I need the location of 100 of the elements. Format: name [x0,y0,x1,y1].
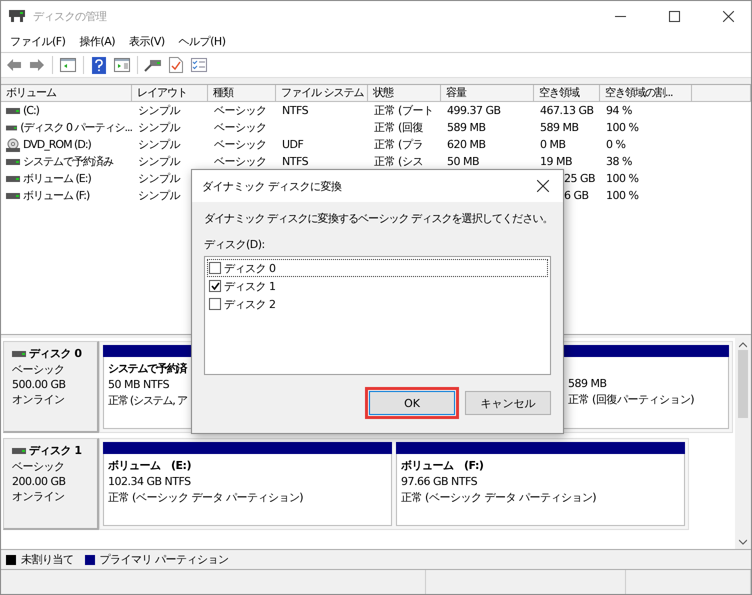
list-item[interactable]: ディスク 1 [207,277,548,295]
list-item[interactable]: ディスク 0 [207,259,548,277]
table-cell-text: 467.13 GB [540,103,595,119]
checkbox[interactable] [209,298,221,310]
partition-title: ボリューム (F:) [401,458,484,473]
column-header[interactable]: ファイル システム [276,85,368,102]
forward-arrow-icon[interactable] [29,58,45,72]
column-header[interactable]: ボリューム [1,85,132,102]
partition-size: 589 MB [568,377,607,390]
column-header[interactable]: 空き領域の割... [600,85,692,102]
disk-name: ディスク 0 [29,346,82,361]
table-cell-text: 6 GB [564,188,590,204]
scroll-down-icon[interactable] [739,539,747,545]
disk-type: ベーシック [12,362,66,377]
table-cell-text: 100 % [606,171,640,187]
dialog-title: ダイナミック ディスクに変換 [202,178,342,194]
disk-app-icon [9,10,25,22]
table-cell-text: NTFS [282,154,310,170]
disk-name: ディスク 1 [29,443,82,458]
checklist-icon[interactable] [191,58,207,72]
legend-label: プライマリ パーティション [100,552,228,567]
menu-item[interactable]: 操作(A) [72,34,122,49]
table-cell-text: 589 MB [540,120,580,136]
partition-title: ボリューム (E:) [108,458,191,473]
checkbox[interactable] [209,262,221,274]
partition-size: 102.34 GB NTFS [108,475,191,488]
window-title: ディスクの管理 [33,8,108,24]
partition-status: 正常 (ベーシック データ パーティション) [401,490,596,505]
connect-icon[interactable] [144,58,162,72]
disk-type: ベーシック [12,459,66,474]
table-cell-text: 正常 (回復 [374,120,424,136]
disk-size: 500.00 GB [12,378,67,391]
table-cell-text: システムで予約済み [23,154,113,170]
table-cell-text: 正常 (プラ [374,137,424,153]
table-cell-text: シンプル [138,154,182,170]
partition-status: 正常 (システム, ア [108,393,187,408]
table-cell-text: ボリューム (E:) [23,171,91,187]
legend-label: 未割り当て [21,552,74,567]
scroll-thumb[interactable] [738,350,748,418]
menu-item[interactable]: ファイル(F) [3,34,72,49]
table-cell-text: 100 % [606,188,640,204]
table-cell-text: ボリューム (F:) [23,188,90,204]
disk-size: 200.00 GB [12,475,67,488]
table-cell-text: ベーシック [214,137,268,153]
menu-item[interactable]: ヘルプ(H) [172,34,232,49]
column-header[interactable]: 種類 [208,85,276,102]
drive-icon [12,350,26,358]
table-cell-text: 0 MB [540,137,567,153]
scroll-up-icon[interactable] [739,342,747,348]
table-cell-text: ベーシック [214,120,268,136]
table-cell-text: 19 MB [540,154,574,170]
disk-status: オンライン [12,489,66,504]
column-header[interactable]: 空き領域 [534,85,600,102]
partition-size: 97.66 GB NTFS [401,475,478,488]
cancel-button[interactable]: キャンセル [465,391,551,415]
partition-title: システムで予約済 [108,361,186,376]
table-cell-text: 正常 (ブート [374,103,434,119]
table-cell-text: (C:) [23,103,39,119]
table-cell-text: シンプル [138,120,182,136]
table-cell-text: 499.37 GB [447,103,502,119]
disk-status: オンライン [12,392,66,407]
close-icon [537,180,549,192]
document-check-icon[interactable] [169,57,183,73]
scrollbar[interactable] [735,338,751,549]
table-cell-text: シンプル [138,137,182,153]
table-cell-text: シンプル [138,103,182,119]
instruction-text: ダイナミック ディスクに変換するベーシック ディスクを選択してください。 [204,211,551,226]
drive-icon [6,174,20,182]
panel-icon[interactable] [114,58,130,72]
checkbox[interactable] [209,280,221,292]
menu-item[interactable]: 表示(V) [122,34,172,49]
table-cell-text: 589 MB [447,120,487,136]
list-item[interactable]: ディスク 2 [207,295,548,313]
table-cell-text: 100 % [606,120,640,136]
panel-icon[interactable] [60,58,76,72]
table-cell-text: 94 % [606,103,633,119]
back-arrow-icon[interactable] [6,58,22,72]
table-cell-text: ベーシック [214,154,268,170]
partition-status: 正常 (回復パーティション) [568,392,694,407]
drive-icon [6,158,20,166]
disc-drive-icon [6,138,20,152]
table-cell-text: 50 MB [447,154,480,170]
table-cell-text: DVD_ROM (D:) [23,137,91,153]
table-cell-text: UDF [282,137,304,153]
help-icon[interactable] [92,56,106,74]
close-icon [722,10,734,22]
column-header[interactable]: 状態 [368,85,441,102]
drive-icon [6,124,18,132]
partition-status: 正常 (ベーシック データ パーティション) [108,490,304,505]
table-cell-text: 25 GB [564,171,596,187]
table-cell-text: 38 % [606,154,633,170]
maximize-icon [668,10,680,22]
column-header[interactable]: レイアウト [132,85,208,102]
table-cell-text: (ディスク 0 パーティシ... [20,120,132,136]
partition-size: 50 MB NTFS [108,378,170,391]
table-cell-text: 0 % [606,137,626,153]
ok-button[interactable]: OK [369,391,455,415]
table-cell-text: NTFS [282,103,310,119]
column-header[interactable]: 容量 [441,85,534,102]
drive-icon [12,446,26,454]
